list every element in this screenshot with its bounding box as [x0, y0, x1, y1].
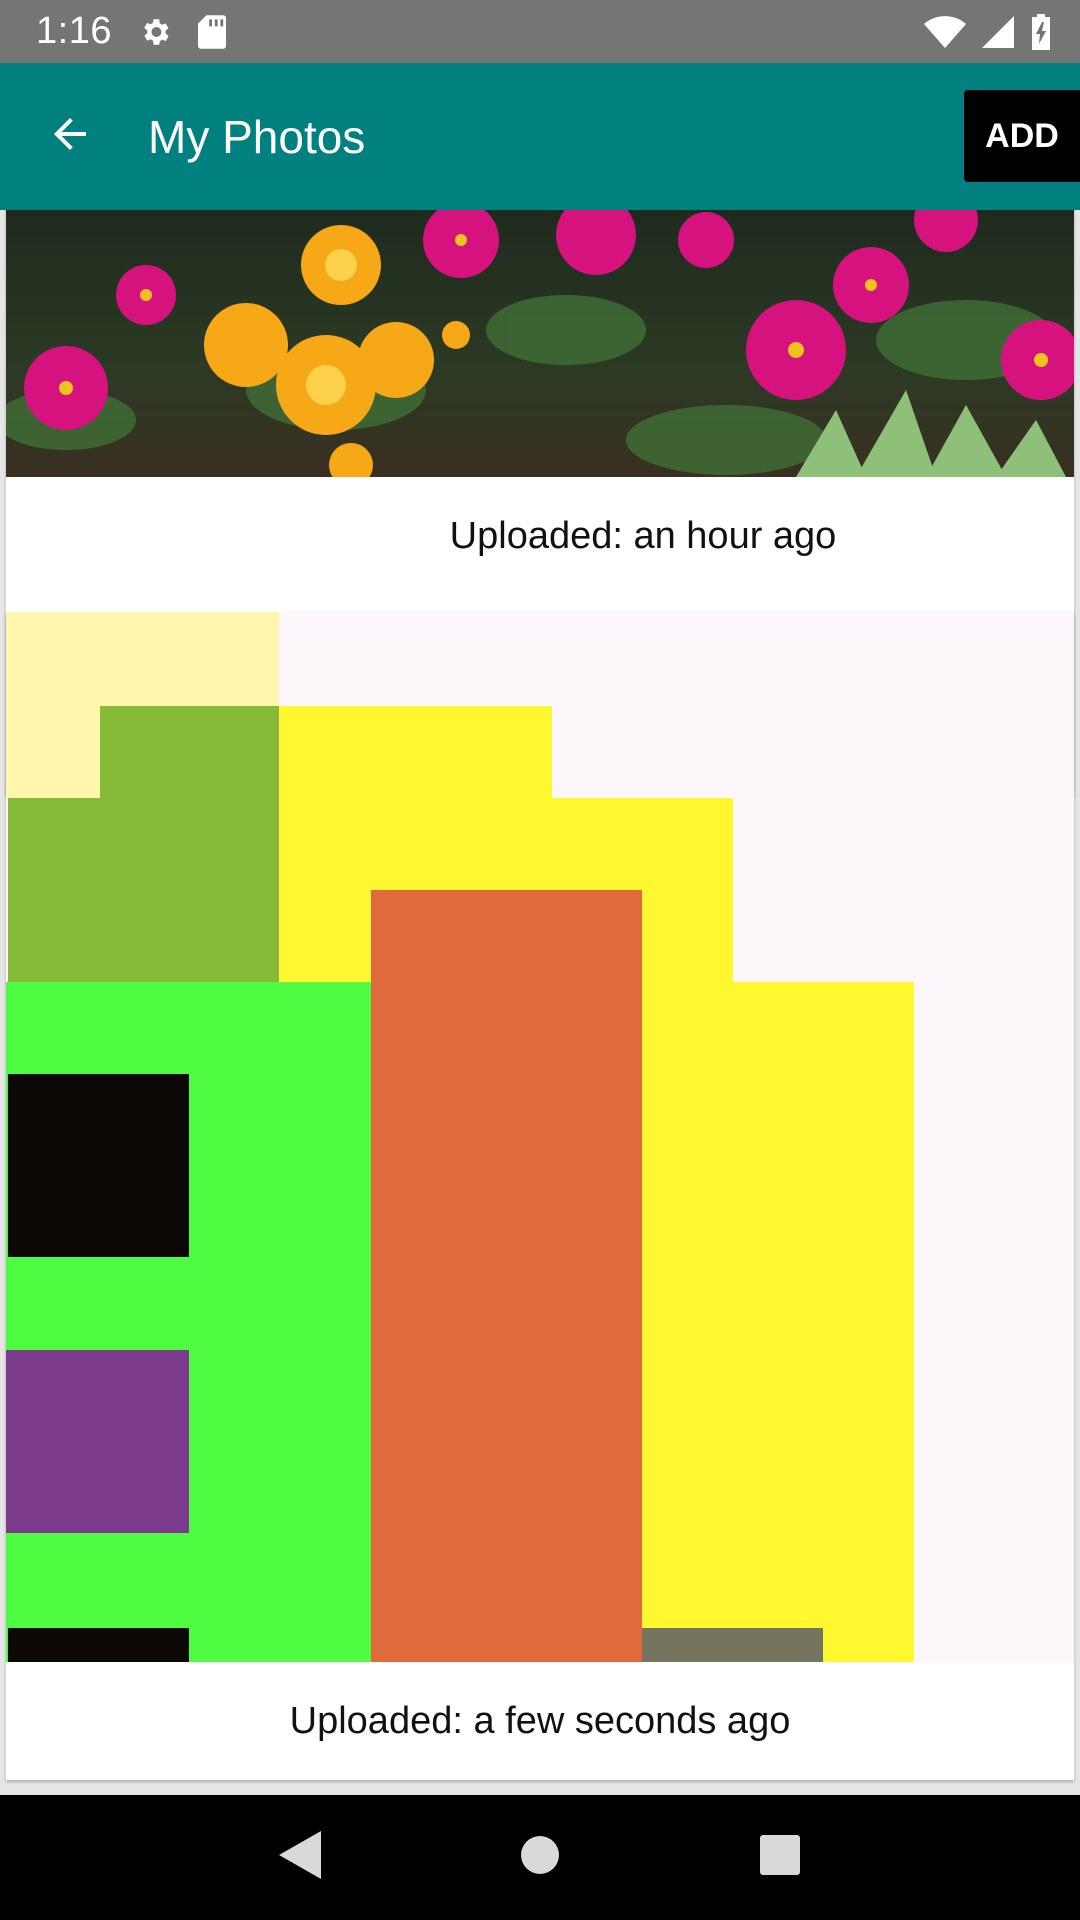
- back-button[interactable]: [0, 63, 140, 210]
- arrow-back-icon: [46, 110, 94, 163]
- status-bar: 1:16: [0, 0, 1080, 63]
- photo-image-flowers: [6, 210, 1074, 477]
- photo-caption: Uploaded: an hour ago: [449, 514, 837, 557]
- photo-card[interactable]: Uploaded: a few seconds ago: [6, 612, 1074, 1780]
- status-time: 1:16: [36, 10, 112, 52]
- nav-back-button[interactable]: [255, 1813, 345, 1903]
- system-nav-bar: [0, 1795, 1080, 1920]
- recents-square-icon: [759, 1834, 801, 1881]
- app-bar: My Photos ADD: [0, 63, 1080, 210]
- gear-icon: [138, 15, 172, 49]
- nav-recents-button[interactable]: [735, 1813, 825, 1903]
- photo-feed[interactable]: Uploaded: an hour ago Uploaded: a few se…: [0, 210, 1080, 1795]
- add-photo-button[interactable]: ADD: [964, 90, 1080, 182]
- signal-icon: [982, 15, 1014, 48]
- photo-image-pixel-art: [6, 612, 1074, 1662]
- photo-caption: Uploaded: a few seconds ago: [289, 1699, 791, 1742]
- sd-card-icon: [197, 14, 226, 49]
- back-triangle-icon: [279, 1831, 321, 1884]
- wifi-icon: [924, 15, 966, 48]
- page-title: My Photos: [148, 110, 366, 163]
- battery-icon: [1030, 13, 1052, 50]
- nav-home-button[interactable]: [495, 1813, 585, 1903]
- home-circle-icon: [520, 1835, 560, 1880]
